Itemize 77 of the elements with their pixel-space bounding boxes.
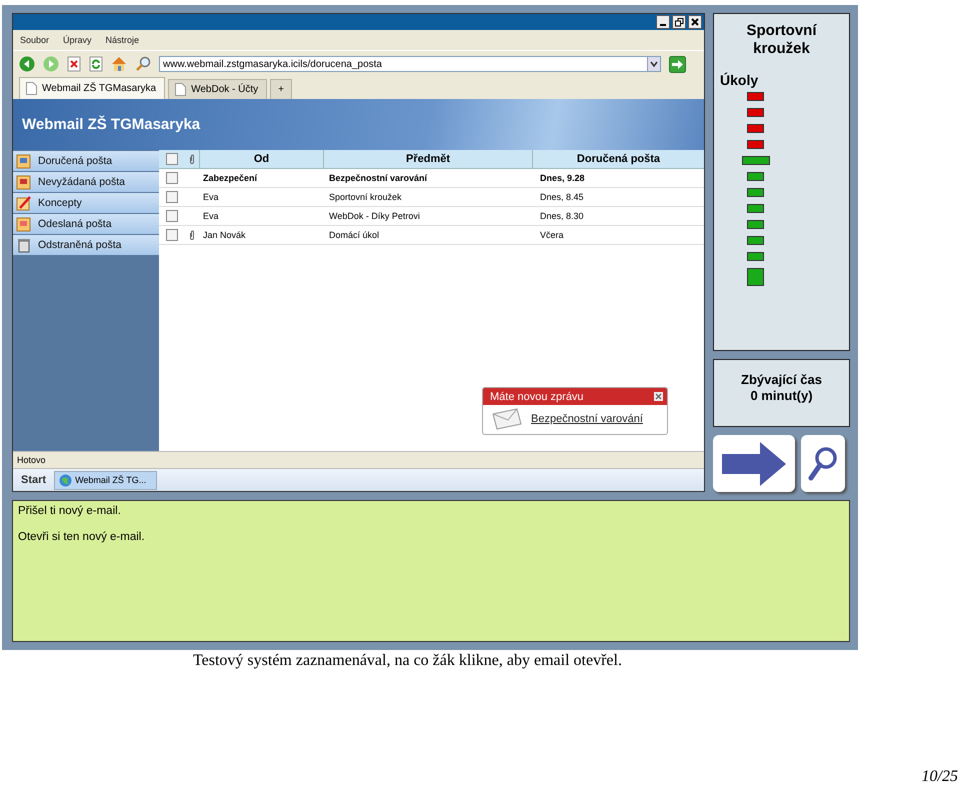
address-field[interactable]: www.webmail.zstgmasaryka.icils/dorucena_posta	[159, 56, 661, 72]
row-checkbox[interactable]	[166, 210, 178, 222]
menu-item[interactable]: Nástroje	[106, 35, 140, 45]
close-icon[interactable]	[654, 392, 663, 401]
email-row[interactable]: Zabezpečení Bezpečnostní varování Dnes, 9.28	[159, 169, 704, 188]
notification-title: Máte novou zprávu	[490, 390, 584, 402]
caption: Testový systém zaznamenával, na co žák klikne, aby email otevřel.	[193, 652, 622, 670]
date-cell-text: Včera	[539, 230, 565, 240]
menu-item[interactable]: Úpravy	[63, 35, 92, 45]
date-cell-text: Dnes, 9.28	[539, 173, 586, 183]
date-cell-text: Dnes, 8.30	[539, 211, 585, 221]
sender-cell-text: Zabezpečení	[202, 173, 258, 183]
subject-cell-text: WebDok - Díky Petrovi	[328, 211, 421, 221]
page-icon	[26, 82, 37, 95]
instruction-text: Otevři si ten nový e-mail.	[18, 531, 146, 543]
folder-icon	[16, 153, 32, 169]
folder-icon	[16, 174, 32, 190]
panel-title: Sportovní kroužek	[746, 22, 818, 58]
folder-icon	[16, 195, 32, 211]
notification-link[interactable]: Bezpečnostní varování	[531, 413, 643, 425]
folder-icon	[16, 237, 32, 253]
restore-icon	[674, 18, 684, 26]
banner-title: Webmail ZŠ TGMasaryka	[22, 116, 200, 133]
attachment-icon	[189, 154, 195, 164]
page-icon	[175, 83, 186, 96]
folder-item[interactable]: Doručená pošta	[13, 151, 159, 171]
subject-cell-text: Domácí úkol	[328, 230, 380, 240]
folder-item[interactable]: Odeslaná pošta	[13, 214, 159, 234]
column-header[interactable]: Doručená pošta	[532, 150, 704, 168]
subject-cell-text: Bezpečnostní varování	[328, 173, 428, 183]
search-icon	[808, 446, 838, 482]
search-button[interactable]	[801, 435, 845, 492]
status-text: Hotovo	[17, 455, 46, 465]
browser-tab[interactable]: Webmail ZŠ TGMasaryka	[19, 77, 166, 99]
envelope-icon	[491, 408, 523, 430]
sender-cell-text: Jan Novák	[202, 230, 247, 240]
arrow-icon	[720, 440, 788, 486]
column-header[interactable]: Předmět	[323, 150, 532, 168]
dropdown-icon[interactable]	[647, 57, 660, 71]
browser-tab[interactable]: WebDok - Účty	[168, 79, 268, 99]
menu-item[interactable]: Soubor	[20, 35, 50, 45]
select-all-checkbox[interactable]	[166, 153, 178, 165]
page-number: 10/25	[922, 768, 958, 786]
folder-item[interactable]: Koncepty	[13, 193, 159, 213]
minimize-button[interactable]	[656, 15, 670, 29]
email-row[interactable]: Jan Novák Domácí úkol Včera	[159, 226, 704, 245]
row-checkbox[interactable]	[166, 172, 178, 184]
column-header[interactable]: Od	[199, 150, 323, 168]
email-row[interactable]: Eva WebDok - Díky Petrovi Dnes, 8.30	[159, 207, 704, 226]
stop-icon[interactable]	[67, 56, 81, 72]
restore-button[interactable]	[672, 15, 686, 29]
sender-cell-text: Eva	[202, 192, 220, 202]
home-icon[interactable]	[111, 56, 127, 72]
subject-cell-text: Sportovní kroužek	[328, 192, 403, 202]
close-button[interactable]	[688, 15, 702, 29]
time-label: Zbývající čas	[741, 372, 822, 388]
sender-cell-text: Eva	[202, 211, 220, 221]
row-checkbox[interactable]	[166, 191, 178, 203]
date-cell-text: Dnes, 8.45	[539, 192, 585, 202]
row-checkbox[interactable]	[166, 229, 178, 241]
globe-icon	[59, 474, 72, 486]
folder-item[interactable]: Nevyžádaná pošta	[13, 172, 159, 192]
email-row[interactable]: Eva Sportovní kroužek Dnes, 8.45	[159, 188, 704, 207]
time-value: 0 minut(y)	[750, 388, 813, 404]
reload-icon[interactable]	[89, 56, 103, 72]
instruction-text: Přišel ti nový e-mail.	[18, 505, 122, 517]
close-icon	[691, 18, 699, 26]
taskbar-item[interactable]: Webmail ZŠ TG...	[54, 470, 158, 490]
next-button[interactable]	[713, 435, 795, 492]
go-icon[interactable]	[669, 56, 686, 72]
folder-item[interactable]: Odstraněná pošta	[13, 235, 159, 255]
back-icon[interactable]	[19, 56, 35, 72]
search-icon[interactable]	[135, 56, 151, 72]
folder-icon	[16, 216, 32, 232]
tasks-label: Úkoly	[720, 72, 758, 88]
start-button[interactable]: Start	[21, 474, 46, 486]
new-tab-button[interactable]: +	[270, 79, 292, 99]
